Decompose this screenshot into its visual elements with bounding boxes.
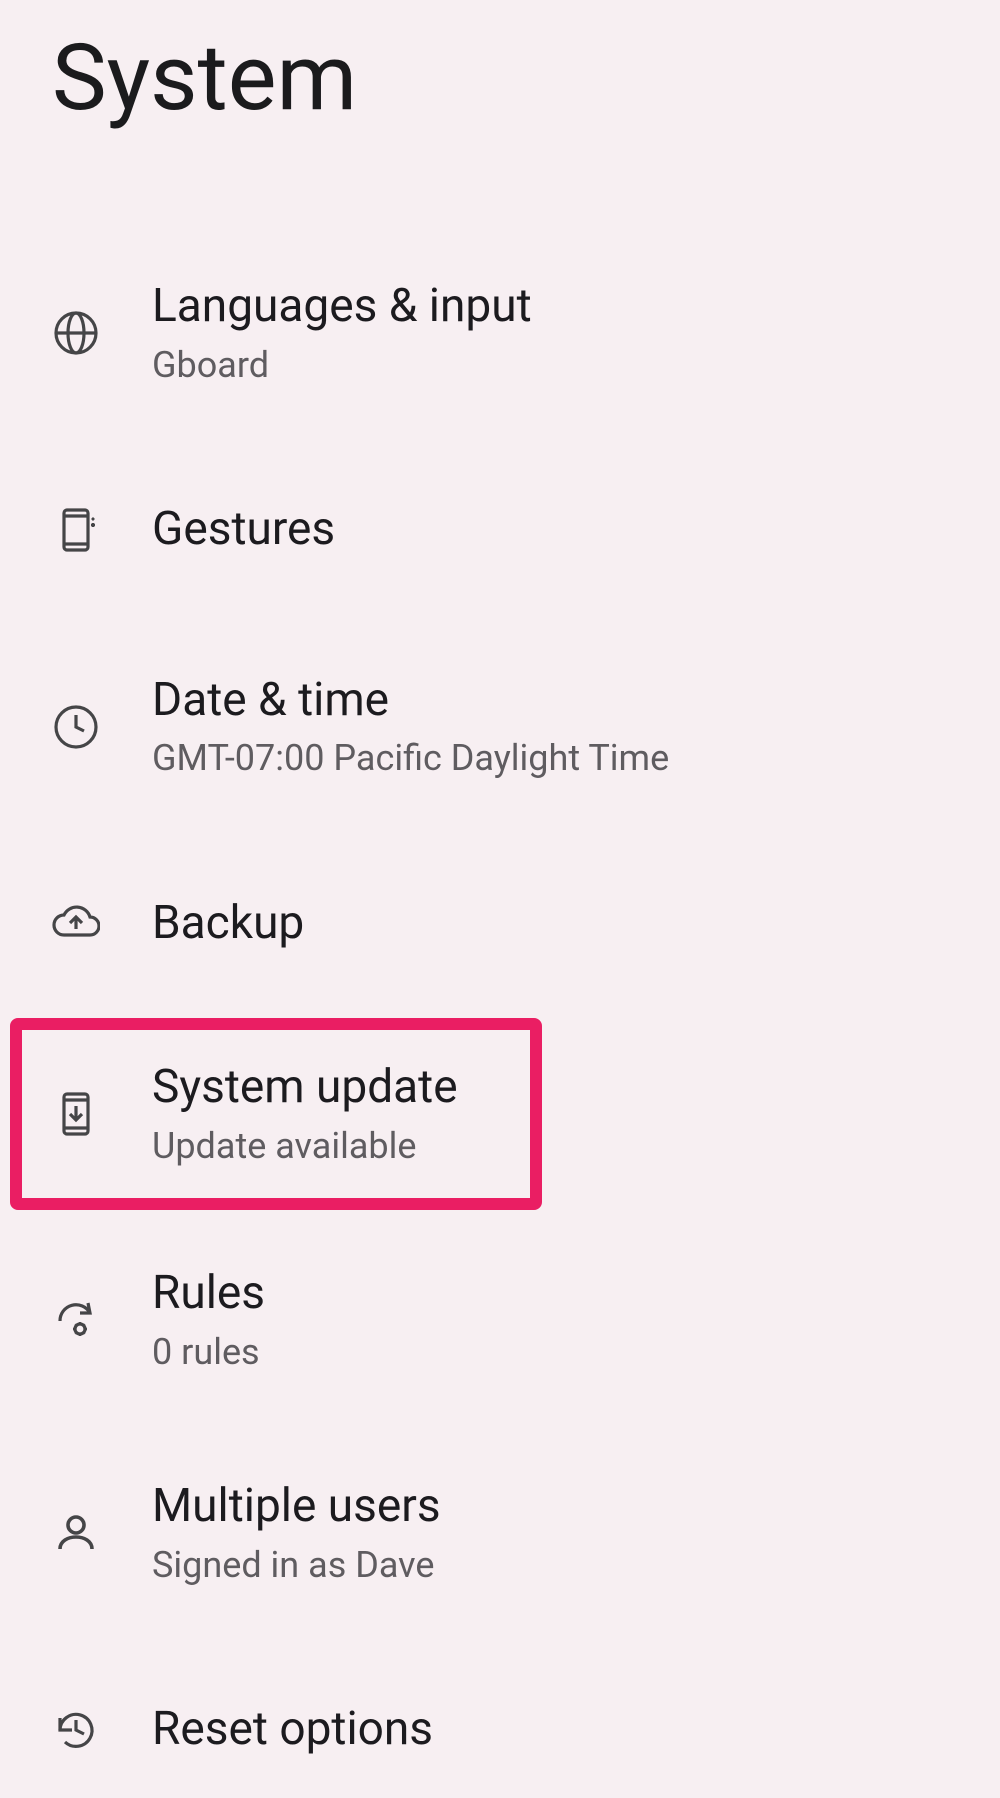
phone-sparkle-icon: [52, 506, 100, 554]
multiple-users-item[interactable]: Multiple users Signed in as Dave: [0, 1449, 1000, 1617]
reset-options-item[interactable]: Reset options: [0, 1661, 1000, 1798]
clock-icon: [52, 703, 100, 751]
rules-item[interactable]: Rules 0 rules: [0, 1236, 1000, 1404]
item-subtitle: Gboard: [152, 341, 532, 390]
item-title: Date & time: [152, 671, 669, 731]
item-title: Rules: [152, 1264, 265, 1324]
highlight-system-update: System update Update available: [10, 1018, 542, 1210]
item-title: Languages & input: [152, 277, 532, 337]
item-title: Multiple users: [152, 1477, 441, 1537]
page-title: System: [0, 28, 1000, 129]
item-subtitle: Update available: [152, 1122, 458, 1171]
languages-input-item[interactable]: Languages & input Gboard: [0, 249, 1000, 417]
item-subtitle: GMT-07:00 Pacific Daylight Time: [152, 734, 669, 783]
item-title: Gestures: [152, 500, 335, 560]
item-title: Reset options: [152, 1700, 433, 1760]
backup-item[interactable]: Backup: [0, 855, 1000, 992]
item-subtitle: 0 rules: [152, 1328, 265, 1377]
date-time-item[interactable]: Date & time GMT-07:00 Pacific Daylight T…: [0, 643, 1000, 811]
system-update-item[interactable]: System update Update available: [22, 1030, 530, 1198]
gestures-item[interactable]: Gestures: [0, 462, 1000, 599]
automation-icon: [52, 1297, 100, 1345]
globe-icon: [52, 309, 100, 357]
cloud-upload-icon: [52, 899, 100, 947]
item-title: Backup: [152, 894, 304, 954]
item-subtitle: Signed in as Dave: [152, 1541, 441, 1590]
settings-list: Languages & input Gboard Gestures: [0, 249, 1000, 1798]
phone-download-icon: [52, 1090, 100, 1138]
history-reset-icon: [52, 1706, 100, 1754]
item-title: System update: [152, 1058, 458, 1118]
person-icon: [52, 1509, 100, 1557]
